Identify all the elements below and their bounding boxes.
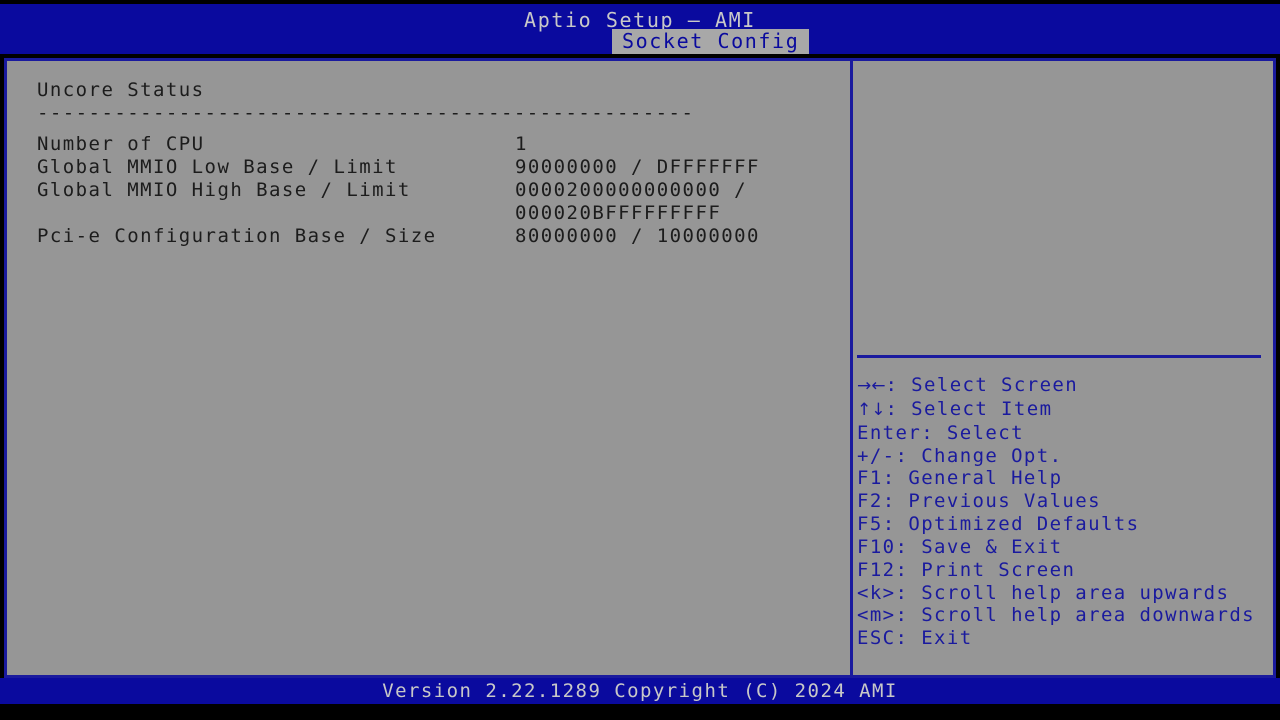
help-item: <k>: Scroll help area upwards — [857, 582, 1275, 605]
help-item: →←: Select Screen — [857, 374, 1275, 398]
version-bar: Version 2.22.1289 Copyright (C) 2024 AMI — [0, 678, 1280, 704]
tab-socket-config[interactable]: Socket Config — [612, 29, 809, 54]
help-item: F12: Print Screen — [857, 559, 1275, 582]
table-row: Pci-e Configuration Base / Size 80000000… — [37, 225, 850, 248]
help-item-key: ESC — [857, 627, 896, 649]
row-label: Number of CPU — [37, 133, 205, 156]
help-key-list: →←: Select Screen↑↓: Select ItemEnter: S… — [857, 374, 1275, 650]
help-item: F10: Save & Exit — [857, 536, 1275, 559]
table-row: Global MMIO Low Base / Limit 90000000 / … — [37, 156, 850, 179]
panes: Uncore Status --------------------------… — [7, 61, 1273, 675]
help-item-label: : Print Screen — [896, 559, 1076, 581]
help-item-key: +/- — [857, 445, 896, 467]
bios-setup-screen: Aptio Setup – AMI Socket Config Uncore S… — [0, 0, 1280, 720]
help-item: F2: Previous Values — [857, 490, 1275, 513]
main-frame: Uncore Status --------------------------… — [4, 58, 1276, 678]
settings-pane: Uncore Status --------------------------… — [7, 61, 853, 675]
help-item-key: F2 — [857, 490, 883, 512]
help-pane: →←: Select Screen↑↓: Select ItemEnter: S… — [853, 61, 1273, 675]
help-item-label: : Scroll help area upwards — [896, 582, 1230, 604]
help-item: F5: Optimized Defaults — [857, 513, 1275, 536]
row-value-continuation: 000020BFFFFFFFFF — [515, 202, 721, 225]
row-value: 90000000 / DFFFFFFF — [515, 156, 760, 179]
help-item-key: Enter — [857, 422, 921, 444]
row-label: Pci-e Configuration Base / Size — [37, 225, 437, 248]
help-item-label: : Select Screen — [886, 374, 1079, 396]
arrow-horizontal-icon: →← — [857, 376, 886, 396]
help-item: ESC: Exit — [857, 627, 1275, 650]
help-item: <m>: Scroll help area downwards — [857, 604, 1275, 627]
help-item-label: : Previous Values — [883, 490, 1101, 512]
table-row: Number of CPU 1 — [37, 133, 850, 156]
help-item-label: : Select Item — [886, 398, 1053, 420]
spacer — [37, 125, 850, 133]
help-item-label: : General Help — [883, 467, 1063, 489]
row-value: 80000000 / 10000000 — [515, 225, 760, 248]
help-item: ↑↓: Select Item — [857, 398, 1275, 422]
help-item-label: : Select — [921, 422, 1024, 444]
row-value: 1 — [515, 133, 528, 156]
table-row-continuation: 000020BFFFFFFFFF — [37, 202, 850, 225]
help-item: Enter: Select — [857, 422, 1275, 445]
help-item-label: : Change Opt. — [896, 445, 1063, 467]
help-item-key: F10 — [857, 536, 896, 558]
help-item-key: F5 — [857, 513, 883, 535]
help-item-label: : Exit — [896, 627, 973, 649]
help-item-key: F12 — [857, 559, 896, 581]
help-item-label: : Scroll help area downwards — [896, 604, 1256, 626]
table-row: Global MMIO High Base / Limit 0000200000… — [37, 179, 850, 202]
help-item-label: : Optimized Defaults — [883, 513, 1140, 535]
help-divider — [857, 355, 1261, 358]
help-item: +/-: Change Opt. — [857, 445, 1275, 468]
tab-strip: Socket Config — [0, 29, 1280, 54]
arrow-vertical-icon: ↑↓ — [857, 400, 886, 420]
help-item-key: <m> — [857, 604, 896, 626]
row-label: Global MMIO High Base / Limit — [37, 179, 411, 202]
row-label: Global MMIO Low Base / Limit — [37, 156, 398, 179]
section-divider: ----------------------------------------… — [37, 102, 850, 125]
section-title: Uncore Status — [37, 79, 850, 102]
help-item: F1: General Help — [857, 467, 1275, 490]
help-item-key: F1 — [857, 467, 883, 489]
row-value: 0000200000000000 / — [515, 179, 747, 202]
help-item-key: <k> — [857, 582, 896, 604]
help-item-label: : Save & Exit — [896, 536, 1063, 558]
page-title: Aptio Setup – AMI — [0, 9, 1280, 31]
version-text: Version 2.22.1289 Copyright (C) 2024 AMI — [0, 679, 1280, 704]
